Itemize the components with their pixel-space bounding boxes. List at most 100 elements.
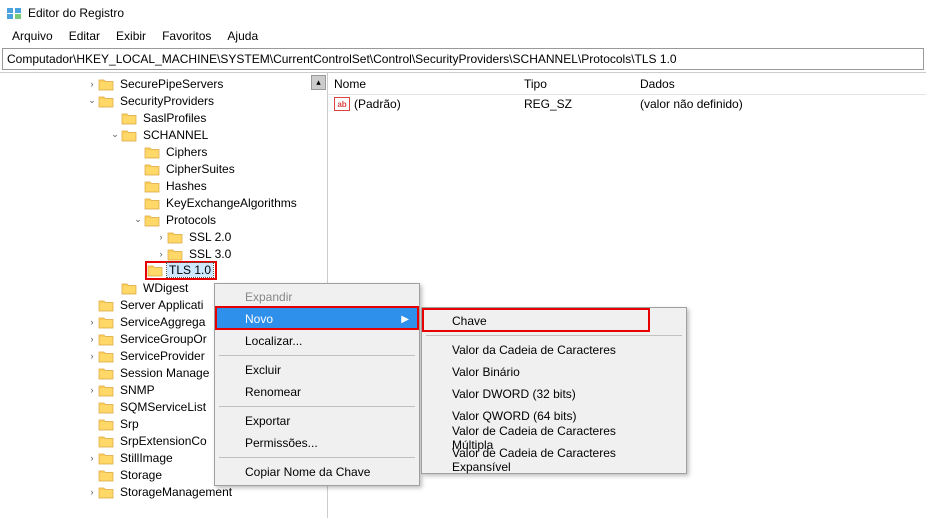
context-submenu-novo[interactable]: Chave Valor da Cadeia de Caracteres Valor …	[421, 307, 687, 474]
folder-icon	[144, 162, 160, 176]
twisty-blank: ›	[132, 198, 144, 208]
menu-separator	[219, 355, 415, 356]
list-row[interactable]: ab (Padrão) REG_SZ (valor não definido)	[328, 95, 926, 113]
menu-item-label: Copiar Nome da Chave	[245, 465, 370, 479]
folder-icon	[98, 315, 114, 329]
col-header-tipo[interactable]: Tipo	[518, 77, 634, 91]
folder-icon	[98, 434, 114, 448]
menu-item[interactable]: Excluir	[217, 359, 417, 381]
folder-icon	[144, 196, 160, 210]
chevron-right-icon[interactable]: ›	[86, 351, 98, 361]
tree-item[interactable]: ›SSL 2.0	[0, 228, 327, 245]
folder-icon	[98, 451, 114, 465]
folder-icon	[144, 179, 160, 193]
tree-item[interactable]: ⌄ SCHANNEL	[0, 126, 327, 143]
menu-item[interactable]: Valor de Cadeia de Caracteres Expansível	[424, 449, 684, 471]
menu-item[interactable]: Chave	[424, 310, 684, 332]
tree-item-label: CipherSuites	[164, 162, 237, 176]
chevron-right-icon[interactable]: ›	[155, 249, 167, 259]
menu-item-label: Exportar	[245, 414, 290, 428]
folder-icon	[144, 213, 160, 227]
menu-item-label: Valor QWORD (64 bits)	[452, 409, 576, 423]
folder-icon	[98, 366, 114, 380]
menu-item[interactable]: Localizar...	[217, 330, 417, 352]
folder-icon	[144, 145, 160, 159]
menu-item-label: Localizar...	[245, 334, 302, 348]
folder-icon	[98, 468, 114, 482]
tree-item[interactable]: ›SSL 3.0	[0, 245, 327, 262]
menu-item[interactable]: Valor da Cadeia de Caracteres	[424, 339, 684, 361]
folder-icon	[121, 111, 137, 125]
menu-item[interactable]: Permissões...	[217, 432, 417, 454]
menu-item[interactable]: Renomear	[217, 381, 417, 403]
menu-item-label: Permissões...	[245, 436, 318, 450]
chevron-right-icon[interactable]: ›	[86, 453, 98, 463]
twisty-blank: ›	[86, 436, 98, 446]
col-header-dados[interactable]: Dados	[634, 77, 926, 91]
menu-item-label: Valor Binário	[452, 365, 520, 379]
cell-dados: (valor não definido)	[634, 97, 926, 111]
chevron-right-icon[interactable]: ›	[86, 317, 98, 327]
menu-item-label: Valor de Cadeia de Caracteres Expansível	[452, 446, 656, 474]
menu-item[interactable]: Valor Binário	[424, 361, 684, 383]
folder-icon	[98, 417, 114, 431]
menu-item-label: Expandir	[245, 290, 292, 304]
menu-favoritos[interactable]: Favoritos	[154, 27, 219, 45]
chevron-down-icon[interactable]: ⌄	[109, 129, 121, 140]
twisty-blank: ›	[132, 164, 144, 174]
tree-item-label: Protocols	[164, 213, 218, 227]
tree-item[interactable]: ›SecurePipeServers	[0, 75, 327, 92]
list-header: Nome Tipo Dados	[328, 73, 926, 95]
menu-editar[interactable]: Editar	[61, 27, 108, 45]
folder-icon	[98, 400, 114, 414]
context-menu-key[interactable]: Expandir Novo▶ Localizar... Excluir Renomear…	[214, 283, 420, 486]
tree-item[interactable]: ›TLS 1.0	[0, 262, 327, 279]
tree-item[interactable]: ›KeyExchangeAlgorithms	[0, 194, 327, 211]
menu-item[interactable]: Copiar Nome da Chave	[217, 461, 417, 483]
folder-icon	[98, 94, 114, 108]
menu-item-label: Excluir	[245, 363, 281, 377]
menubar: Arquivo Editar Exibir Favoritos Ajuda	[0, 26, 926, 46]
tree-item-label: Storage	[118, 468, 164, 482]
menu-ajuda[interactable]: Ajuda	[219, 27, 266, 45]
address-text: Computador\HKEY_LOCAL_MACHINE\SYSTEM\Cur…	[7, 52, 677, 66]
tree-item-label: ServiceProvider	[118, 349, 207, 363]
menu-separator	[426, 335, 682, 336]
tree-item[interactable]: › Ciphers	[0, 143, 327, 160]
menu-item[interactable]: Novo▶	[217, 308, 417, 330]
tree-item[interactable]: ⌄SecurityProviders	[0, 92, 327, 109]
folder-icon	[98, 383, 114, 397]
address-bar[interactable]: Computador\HKEY_LOCAL_MACHINE\SYSTEM\Cur…	[2, 48, 924, 70]
menu-item-label: Novo	[245, 312, 273, 326]
chevron-down-icon[interactable]: ⌄	[132, 214, 144, 225]
menu-exibir[interactable]: Exibir	[108, 27, 154, 45]
col-header-nome[interactable]: Nome	[328, 77, 518, 91]
twisty-blank: ›	[109, 113, 121, 123]
twisty-blank: ›	[132, 147, 144, 157]
tree-item-label: Hashes	[164, 179, 209, 193]
chevron-down-icon[interactable]: ⌄	[86, 95, 98, 106]
chevron-right-icon[interactable]: ›	[86, 79, 98, 89]
regedit-icon	[6, 5, 22, 21]
chevron-right-icon[interactable]: ›	[155, 232, 167, 242]
tree-item-label: ServiceGroupOr	[118, 332, 209, 346]
tree-item[interactable]: ⌄ Protocols	[0, 211, 327, 228]
menu-arquivo[interactable]: Arquivo	[4, 27, 61, 45]
tree-item-label: TLS 1.0	[167, 263, 213, 277]
menu-item[interactable]: Exportar	[217, 410, 417, 432]
chevron-right-icon[interactable]: ›	[86, 385, 98, 395]
tree-item-label: Ciphers	[164, 145, 209, 159]
chevron-right-icon[interactable]: ›	[86, 334, 98, 344]
tree-item-label: SCHANNEL	[141, 128, 210, 142]
folder-icon	[147, 263, 163, 277]
menu-item[interactable]: Valor DWORD (32 bits)	[424, 383, 684, 405]
tree-item[interactable]: › CipherSuites	[0, 160, 327, 177]
folder-icon	[167, 247, 183, 261]
scroll-up-icon[interactable]: ▴	[311, 75, 326, 90]
folder-icon	[98, 349, 114, 363]
tree-item[interactable]: ›Hashes	[0, 177, 327, 194]
cell-nome: ab (Padrão)	[328, 97, 518, 111]
highlight-tls10: TLS 1.0	[145, 261, 217, 280]
chevron-right-icon[interactable]: ›	[86, 487, 98, 497]
tree-item[interactable]: ›SaslProfiles	[0, 109, 327, 126]
